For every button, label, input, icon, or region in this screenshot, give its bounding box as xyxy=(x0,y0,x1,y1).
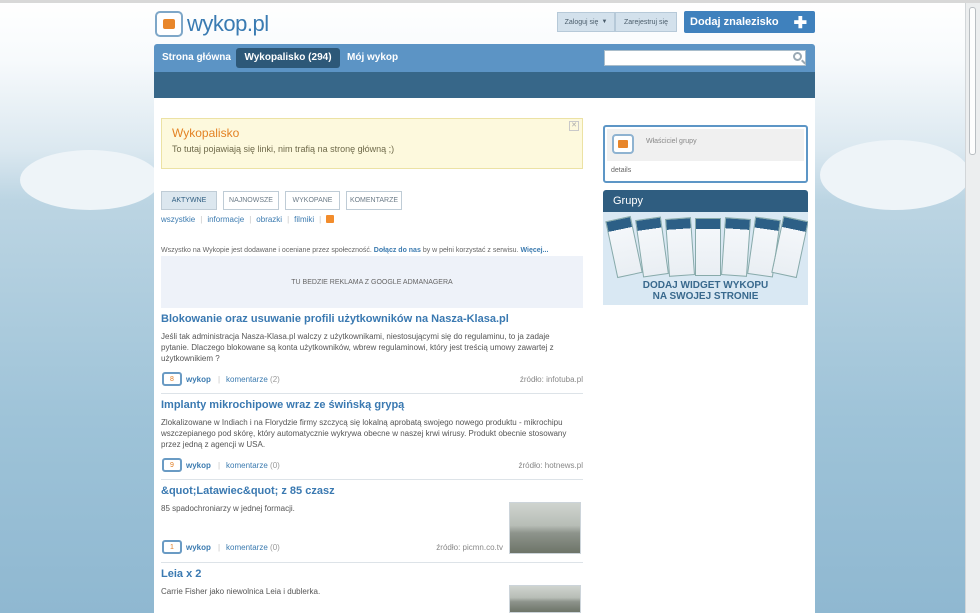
login-label: Zaloguj się xyxy=(564,18,599,26)
article-source[interactable]: źródło: hotnews.pl xyxy=(519,461,583,470)
add-label: Dodaj znalezisko xyxy=(690,16,779,28)
wykop-button[interactable]: wykop xyxy=(186,375,211,384)
wykop-button[interactable]: wykop xyxy=(186,461,211,470)
register-button[interactable]: Zarejestruj się xyxy=(615,12,677,32)
rss-icon[interactable] xyxy=(326,215,335,223)
widget-line-2: NA SWOJEJ STRONIE xyxy=(652,291,759,302)
article-source[interactable]: źródło: picmn.co.tv xyxy=(436,543,503,552)
filter-images[interactable]: obrazki xyxy=(256,215,282,224)
divider xyxy=(161,562,583,563)
vote-count: 1 xyxy=(162,540,182,554)
tab-wykopane[interactable]: WYKOPANE xyxy=(285,191,340,210)
chevron-down-icon: ▼ xyxy=(601,19,608,25)
widget-screenshot xyxy=(721,217,751,277)
community-info: Wszystko na Wykopie jest dodawane i ocen… xyxy=(161,247,548,254)
plus-icon: ✚ xyxy=(793,15,807,32)
tab-najnowsze[interactable]: NAJNOWSZE xyxy=(223,191,279,210)
search-icon[interactable] xyxy=(793,52,802,61)
article-description: Jeśli tak administracja Nasza-Klasa.pl w… xyxy=(161,332,554,363)
separator: | xyxy=(218,461,221,470)
widget-screenshot xyxy=(695,218,721,276)
article-title[interactable]: Blokowanie oraz usuwanie profili użytkow… xyxy=(161,313,509,325)
vote-count: 8 xyxy=(162,372,182,386)
tab-aktywne[interactable]: AKTYWNE xyxy=(161,191,217,210)
article-title[interactable]: Leia x 2 xyxy=(161,568,201,580)
details-link[interactable]: details xyxy=(611,167,631,174)
divider xyxy=(161,393,583,394)
sub-nav-bar xyxy=(154,72,815,98)
close-icon[interactable]: ✕ xyxy=(569,121,579,131)
separator: | xyxy=(218,375,221,384)
scrollbar-thumb[interactable] xyxy=(969,7,976,155)
widget-banner[interactable]: DODAJ WIDGET WYKOPU NA SWOJEJ STRONIE xyxy=(603,212,808,305)
filter-videos[interactable]: filmiki xyxy=(294,215,314,224)
nav-home[interactable]: Strona główna xyxy=(162,44,231,72)
article-title[interactable]: &quot;Latawiec&quot; z 85 czasz xyxy=(161,485,335,497)
tab-komentarze[interactable]: KOMENTARZE xyxy=(346,191,402,210)
browser-top-edge xyxy=(0,0,980,3)
separator: | xyxy=(218,543,221,552)
logo-icon xyxy=(155,11,183,37)
nav-my-wykop[interactable]: Mój wykop xyxy=(347,44,398,72)
more-link[interactable]: Więcej... xyxy=(520,247,548,254)
group-owner-box: Właściciel grupy details xyxy=(603,125,808,183)
filter-news[interactable]: informacje xyxy=(207,215,244,224)
comments-link[interactable]: komentarze (0) xyxy=(226,461,280,470)
add-link-button[interactable]: Dodaj znalezisko ✚ xyxy=(684,11,815,33)
filter-all[interactable]: wszystkie xyxy=(161,215,195,224)
ad-placeholder: TU BEDZIE REKLAMA Z GOOGLE ADMANAGERA xyxy=(161,256,583,308)
article-title[interactable]: Implanty mikrochipowe wraz ze świńską gr… xyxy=(161,399,404,411)
comments-link[interactable]: komentarze (2) xyxy=(226,375,280,384)
search-input[interactable] xyxy=(604,50,806,66)
background-hill-right xyxy=(820,140,970,210)
avatar[interactable] xyxy=(612,134,634,154)
notice-title: Wykopalisko xyxy=(172,126,240,140)
logo-text: wykop.pl xyxy=(187,11,269,36)
site-logo[interactable]: wykop.pl xyxy=(155,10,269,38)
notice-text: To tutaj pojawiają się linki, nim trafią… xyxy=(172,144,395,154)
owner-header: Właściciel grupy xyxy=(607,129,804,161)
nav-wykopalisko[interactable]: Wykopalisko (294) xyxy=(236,48,340,68)
owner-label: Właściciel grupy xyxy=(646,138,697,145)
article-source[interactable]: źródło: infotuba.pl xyxy=(520,375,583,384)
join-link[interactable]: Dołącz do nas xyxy=(374,247,421,254)
info-text: Wszystko na Wykopie jest dodawane i ocen… xyxy=(161,247,372,254)
widget-line-1: DODAJ WIDGET WYKOPU xyxy=(642,280,769,291)
vote-count: 9 xyxy=(162,458,182,472)
article-description: Carrie Fisher jako niewolnica Leia i dub… xyxy=(161,587,321,596)
info-text2: by w pełni korzystać z serwisu. xyxy=(422,247,519,254)
widget-screenshot xyxy=(665,217,695,277)
widget-caption: DODAJ WIDGET WYKOPU NA SWOJEJ STRONIE xyxy=(603,280,808,302)
article-description: Zlokalizowane w Indiach i na Florydzie f… xyxy=(161,418,567,449)
wykop-button[interactable]: wykop xyxy=(186,543,211,552)
article-description: 85 spadochroniarzy w jednej formacji. xyxy=(161,504,295,513)
login-button[interactable]: Zaloguj się ▼ xyxy=(557,12,615,32)
article-thumbnail[interactable] xyxy=(509,585,581,613)
background-hill-left xyxy=(20,150,160,210)
article-thumbnail[interactable] xyxy=(509,502,581,554)
wykopalisko-notice: Wykopalisko To tutaj pojawiają się linki… xyxy=(161,118,583,169)
vertical-scrollbar[interactable] xyxy=(965,3,980,613)
divider xyxy=(161,479,583,480)
register-label: Zarejestruj się xyxy=(624,18,668,26)
category-filters: wszystkie | informacje | obrazki | filmiki | xyxy=(161,215,335,224)
groups-heading: Grupy xyxy=(603,190,808,212)
comments-link[interactable]: komentarze (0) xyxy=(226,543,280,552)
